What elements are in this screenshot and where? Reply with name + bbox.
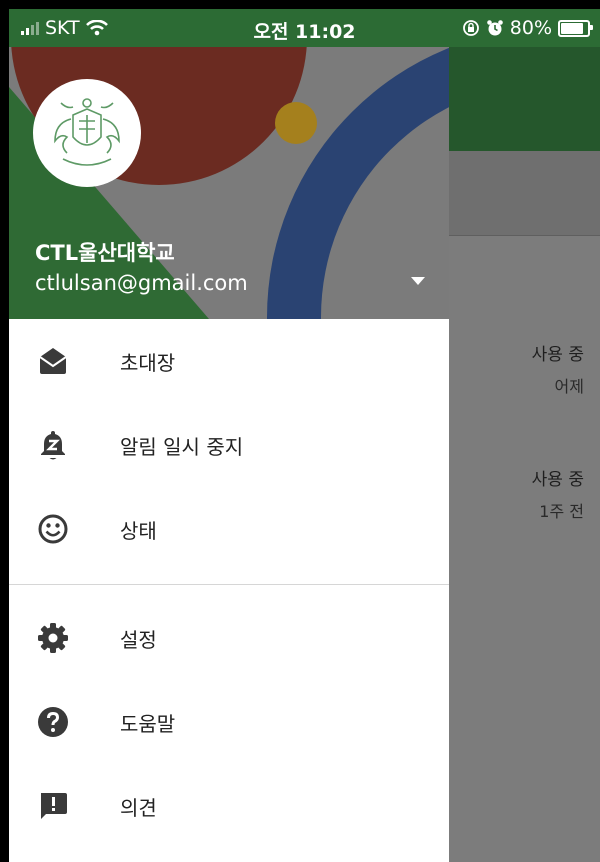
background-status-2: 사용 중	[531, 470, 584, 490]
menu-item-snooze-notifications[interactable]: 알림 일시 중지	[9, 403, 449, 487]
drawer-menu: 초대장 알림 일시 중지 상태 설정 도움말 의견	[9, 319, 449, 848]
menu-item-label: 알림 일시 중지	[120, 434, 244, 459]
menu-item-label: 상태	[120, 518, 157, 543]
account-name: CTL울산대학교	[35, 241, 175, 265]
help-circle-icon	[38, 707, 68, 737]
gear-icon	[38, 623, 68, 653]
feedback-icon	[41, 793, 67, 819]
menu-divider	[9, 584, 449, 585]
menu-item-label: 초대장	[120, 350, 176, 375]
university-crest-icon	[54, 98, 120, 166]
account-switcher-dropdown-icon[interactable]	[405, 269, 433, 293]
alarm-icon	[486, 20, 503, 36]
menu-item-invitations[interactable]: 초대장	[9, 319, 449, 403]
menu-item-label: 의견	[120, 795, 157, 820]
navigation-drawer: CTL울산대학교 ctlulsan@gmail.com 초대장 알림 일시 중지	[9, 47, 449, 862]
background-header-band	[449, 151, 600, 236]
account-avatar[interactable]	[33, 79, 141, 187]
smiley-icon	[38, 514, 68, 544]
status-right: 80%	[462, 17, 593, 39]
menu-item-label: 설정	[120, 627, 157, 652]
bell-snooze-icon	[41, 431, 65, 460]
background-time-1: 어제	[554, 377, 584, 396]
background-divider	[449, 235, 600, 236]
menu-item-label: 도움말	[120, 711, 176, 736]
orientation-lock-icon	[462, 20, 479, 36]
background-toolbar	[449, 47, 600, 151]
battery-percent: 80%	[509, 17, 552, 39]
envelope-open-icon	[39, 348, 67, 374]
battery-icon	[558, 19, 593, 37]
menu-item-settings[interactable]: 설정	[9, 596, 449, 680]
menu-item-feedback[interactable]: 의견	[9, 764, 449, 848]
menu-item-status[interactable]: 상태	[9, 487, 449, 571]
menu-item-help[interactable]: 도움말	[9, 680, 449, 764]
background-status-1: 사용 중	[531, 345, 584, 365]
drawer-header: CTL울산대학교 ctlulsan@gmail.com	[9, 47, 449, 319]
app-frame: SKT 오전 11:02 80% 사용 중 어제 사용 중 1주 전 CTL울산…	[9, 9, 600, 862]
account-email: ctlulsan@gmail.com	[35, 271, 248, 295]
status-bar: SKT 오전 11:02 80%	[9, 9, 600, 47]
background-time-2: 1주 전	[539, 502, 584, 521]
